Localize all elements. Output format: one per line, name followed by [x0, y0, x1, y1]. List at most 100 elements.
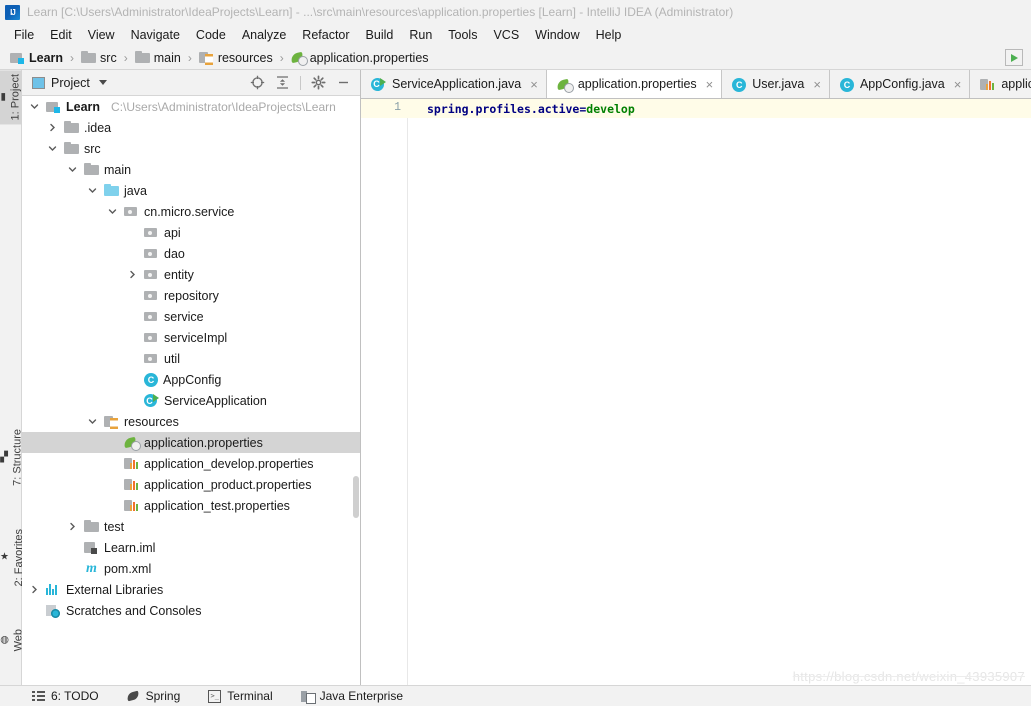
status-item-spring[interactable]: Spring	[127, 689, 181, 703]
project-tree-scrollbar[interactable]	[353, 476, 359, 518]
menu-item-build[interactable]: Build	[358, 26, 402, 44]
tree-node-src[interactable]: src	[22, 138, 360, 159]
chevron-down-icon[interactable]	[86, 411, 98, 432]
menu-item-run[interactable]: Run	[401, 26, 440, 44]
status-item-java-enterprise[interactable]: Java Enterprise	[300, 689, 403, 704]
tree-node-learn[interactable]: Learn C:\Users\Administrator\IdeaProject…	[22, 96, 360, 117]
menu-item-help[interactable]: Help	[588, 26, 630, 44]
editor-text-area[interactable]: 1 spring.profiles.active=develop	[361, 99, 1031, 685]
chevron-down-icon[interactable]	[86, 180, 98, 201]
chevron-down-icon[interactable]	[46, 138, 58, 159]
tree-node-test[interactable]: test	[22, 516, 360, 537]
close-icon[interactable]: ×	[706, 78, 714, 91]
chevron-right-icon[interactable]	[28, 579, 40, 600]
tree-node-label: util	[164, 351, 180, 366]
chevron-right-icon[interactable]	[46, 117, 58, 138]
tree-node-label: repository	[164, 288, 219, 303]
tree-node-idea[interactable]: .idea	[22, 117, 360, 138]
menu-item-tools[interactable]: Tools	[440, 26, 485, 44]
tree-node-label: .idea	[84, 120, 112, 135]
tree-node-pom-xml[interactable]: pom.xml	[22, 558, 360, 579]
editor-tab-label: User.java	[752, 77, 805, 91]
menu-item-window[interactable]: Window	[527, 26, 587, 44]
locate-icon[interactable]	[250, 75, 265, 90]
scratches-icon	[46, 603, 61, 618]
sidebar-item-structure[interactable]: ▞ 7: Structure	[0, 425, 24, 490]
breadcrumb-item-resources[interactable]: resources	[197, 49, 275, 66]
tree-node-util[interactable]: util	[22, 348, 360, 369]
editor-gutter[interactable]: 1	[361, 99, 408, 685]
menu-item-navigate[interactable]: Navigate	[123, 26, 188, 44]
tree-node-cn-micro-service[interactable]: cn.micro.service	[22, 201, 360, 222]
editor-tab-application-properties[interactable]: application.properties ×	[546, 70, 723, 98]
tree-node-label: External Libraries	[66, 582, 164, 597]
tree-node-external-libraries[interactable]: External Libraries	[22, 579, 360, 600]
java-class-run-icon: C	[144, 393, 159, 408]
tree-node-appconfig[interactable]: AppConfig	[22, 369, 360, 390]
tree-node-scratches-and-consoles[interactable]: Scratches and Consoles	[22, 600, 360, 621]
folder-icon	[84, 519, 99, 534]
tree-node-label: application.properties	[144, 435, 263, 450]
close-icon[interactable]: ×	[954, 78, 962, 91]
chevron-right-icon[interactable]	[126, 264, 138, 285]
close-icon[interactable]: ×	[813, 78, 821, 91]
sidebar-item-project[interactable]: ▮ 1: Project	[0, 70, 22, 125]
close-icon[interactable]: ×	[530, 78, 538, 91]
menu-item-file[interactable]: File	[6, 26, 42, 44]
tree-node-serviceimpl[interactable]: serviceImpl	[22, 327, 360, 348]
chevron-down-icon[interactable]	[106, 201, 118, 222]
menu-bar: File Edit View Navigate Code Analyze Ref…	[0, 24, 1031, 46]
editor-tab-applicati[interactable]: applicati	[970, 70, 1031, 98]
run-button[interactable]	[1005, 49, 1023, 66]
tree-node-label: application_test.properties	[144, 498, 290, 513]
menu-item-edit[interactable]: Edit	[42, 26, 80, 44]
tree-node-java[interactable]: java	[22, 180, 360, 201]
tree-node-entity[interactable]: entity	[22, 264, 360, 285]
chevron-down-icon[interactable]	[28, 96, 40, 117]
menu-item-refactor[interactable]: Refactor	[294, 26, 357, 44]
status-item-terminal[interactable]: Terminal	[208, 689, 273, 703]
project-tree[interactable]: Learn C:\Users\Administrator\IdeaProject…	[22, 96, 360, 685]
chevron-right-icon[interactable]	[66, 516, 78, 537]
module-icon	[10, 50, 25, 65]
spring-properties-icon	[124, 435, 141, 451]
breadcrumb-item-main[interactable]: main	[133, 49, 183, 66]
menu-item-vcs[interactable]: VCS	[485, 26, 527, 44]
tree-node-repository[interactable]: repository	[22, 285, 360, 306]
status-bar: 6: TODO Spring Terminal Java Enterprise	[0, 685, 1031, 706]
menu-item-view[interactable]: View	[80, 26, 123, 44]
tree-node-application-test-properties[interactable]: application_test.properties	[22, 495, 360, 516]
status-item-todo[interactable]: 6: TODO	[32, 689, 99, 703]
editor-tab-serviceapplication-java[interactable]: C ServiceApplication.java ×	[361, 70, 547, 98]
project-view-selector[interactable]: Project	[26, 76, 107, 90]
tree-node-label: Learn	[66, 99, 101, 114]
tree-node-resources[interactable]: resources	[22, 411, 360, 432]
collapse-all-icon[interactable]	[275, 75, 290, 90]
watermark: https://blog.csdn.net/weixin_43935907	[792, 669, 1025, 684]
status-item-label: 6: TODO	[51, 689, 99, 703]
sidebar-item-web[interactable]: ◍ Web	[0, 625, 25, 655]
minimize-icon[interactable]	[336, 75, 351, 90]
breadcrumb-item-src[interactable]: src	[79, 49, 119, 66]
tree-node-dao[interactable]: dao	[22, 243, 360, 264]
tree-node-application-product-properties[interactable]: application_product.properties	[22, 474, 360, 495]
project-panel-toolbar	[250, 75, 356, 90]
tree-node-application-develop-properties[interactable]: application_develop.properties	[22, 453, 360, 474]
menu-item-analyze[interactable]: Analyze	[234, 26, 294, 44]
sidebar-item-favorites[interactable]: ★ 2: Favorites	[0, 525, 25, 590]
chevron-down-icon[interactable]	[66, 159, 78, 180]
gear-icon[interactable]	[311, 75, 326, 90]
breadcrumb-item-learn[interactable]: Learn	[8, 49, 65, 66]
tree-node-api[interactable]: api	[22, 222, 360, 243]
tree-node-application-properties[interactable]: application.properties	[22, 432, 360, 453]
tree-node-label: application_product.properties	[144, 477, 312, 492]
tree-node-learn-iml[interactable]: Learn.iml	[22, 537, 360, 558]
editor-tab-appconfig-java[interactable]: AppConfig.java ×	[830, 70, 971, 98]
tree-node-service[interactable]: service	[22, 306, 360, 327]
editor-tab-user-java[interactable]: User.java ×	[722, 70, 830, 98]
menu-item-code[interactable]: Code	[188, 26, 234, 44]
breadcrumb-item-application-properties[interactable]: application.properties	[289, 49, 431, 66]
tree-node-serviceapplication[interactable]: C ServiceApplication	[22, 390, 360, 411]
tree-node-main[interactable]: main	[22, 159, 360, 180]
java-class-run-icon: C	[371, 77, 386, 92]
